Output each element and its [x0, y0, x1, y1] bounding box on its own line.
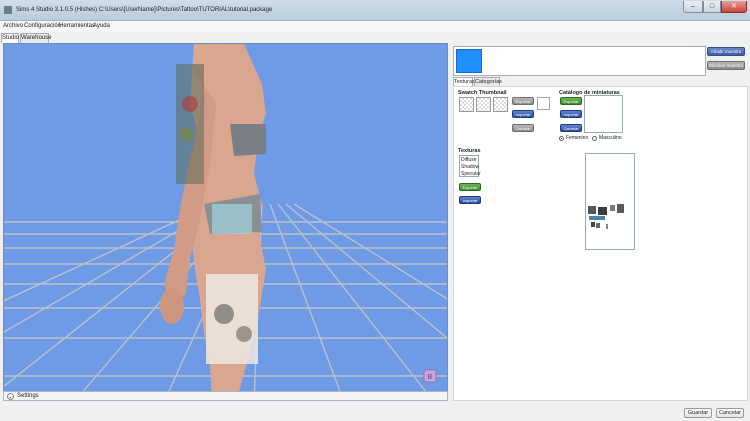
menu-ayuda[interactable]: Ayuda	[93, 23, 110, 29]
swatch-exportar-button[interactable]: Exportar	[512, 97, 534, 105]
menu-bar: Archivo Configuración Herramientas Ayuda	[0, 21, 750, 32]
texture-list[interactable]: Diffuse Shadow Specular	[459, 155, 481, 177]
swatch-preview	[476, 97, 491, 112]
texture-item-shadow[interactable]: Shadow	[461, 164, 479, 170]
close-button[interactable]: ✕	[721, 1, 747, 13]
swatch-importar-button[interactable]: Importar	[512, 110, 534, 118]
texture-preview	[585, 153, 635, 250]
swatch-preview	[493, 97, 508, 112]
app-icon	[4, 6, 12, 14]
right-panel: Añadir muestra Eliminar muestra Texturas…	[450, 43, 748, 401]
remove-swatch-button[interactable]: Eliminar muestra	[707, 61, 745, 70]
footer-bar: Guardar Cancelar	[0, 401, 750, 421]
viewport-badge-label: B	[428, 374, 433, 381]
chevron-down-icon[interactable]: ⌄	[7, 393, 14, 400]
swatch-list[interactable]	[453, 46, 706, 76]
catalog-cambiar-button[interactable]: Cambiar	[560, 124, 582, 132]
catalog-thumbnail	[584, 95, 623, 133]
texture-item-specular[interactable]: Specular	[461, 171, 481, 177]
texture-importar-button[interactable]: Importar	[459, 196, 481, 204]
masculino-label: Masculino	[599, 135, 622, 141]
tab-categorias[interactable]: Categorías	[474, 77, 502, 86]
save-button[interactable]: Guardar	[684, 408, 712, 418]
tab-warehouse[interactable]: Warehouse	[20, 33, 51, 43]
cancel-button[interactable]: Cancelar	[716, 408, 744, 418]
texture-item-diffuse[interactable]: Diffuse	[461, 157, 476, 163]
menu-herramientas[interactable]: Herramientas	[59, 23, 95, 29]
window-title: Sims 4 Studio 3.1.0.5 (Hishes) C:\Users\…	[16, 7, 273, 13]
settings-label: Settings	[17, 393, 39, 399]
texture-exportar-button[interactable]: Exportar	[459, 183, 481, 191]
viewport-scene: B	[4, 44, 447, 400]
add-swatch-button[interactable]: Añadir muestra	[707, 47, 745, 56]
tab-texturas[interactable]: Texturas	[453, 77, 475, 86]
femenino-radio[interactable]	[559, 136, 564, 141]
3d-viewport[interactable]: B	[3, 43, 448, 401]
menu-archivo[interactable]: Archivo	[3, 23, 23, 29]
catalog-exportar-button[interactable]: Exportar	[560, 97, 582, 105]
title-bar: Sims 4 Studio 3.1.0.5 (Hishes) C:\Users\…	[0, 0, 750, 21]
masculino-radio[interactable]	[592, 136, 597, 141]
swatch-item[interactable]	[456, 49, 482, 73]
swatch-color-box[interactable]	[537, 97, 550, 110]
texture-preview-image	[588, 204, 624, 229]
settings-bar[interactable]: ⌄ Settings	[3, 391, 448, 401]
swatch-preview	[459, 97, 474, 112]
tab-studio[interactable]: Studio	[1, 33, 19, 43]
menu-configuracion[interactable]: Configuración	[24, 23, 61, 29]
texturas-title: Texturas	[458, 148, 481, 154]
catalog-importar-button[interactable]: Importar	[560, 110, 582, 118]
swatch-thumbnail-title: Swatch Thumbnail	[458, 90, 507, 96]
minimize-button[interactable]: –	[683, 1, 703, 13]
texturas-panel: Swatch Thumbnail Exportar Importar Cambi…	[453, 86, 748, 401]
swatch-cambiar-button[interactable]: Cambiar	[512, 124, 534, 132]
femenino-label: Femenino	[566, 135, 589, 141]
maximize-button[interactable]: □	[703, 1, 721, 13]
